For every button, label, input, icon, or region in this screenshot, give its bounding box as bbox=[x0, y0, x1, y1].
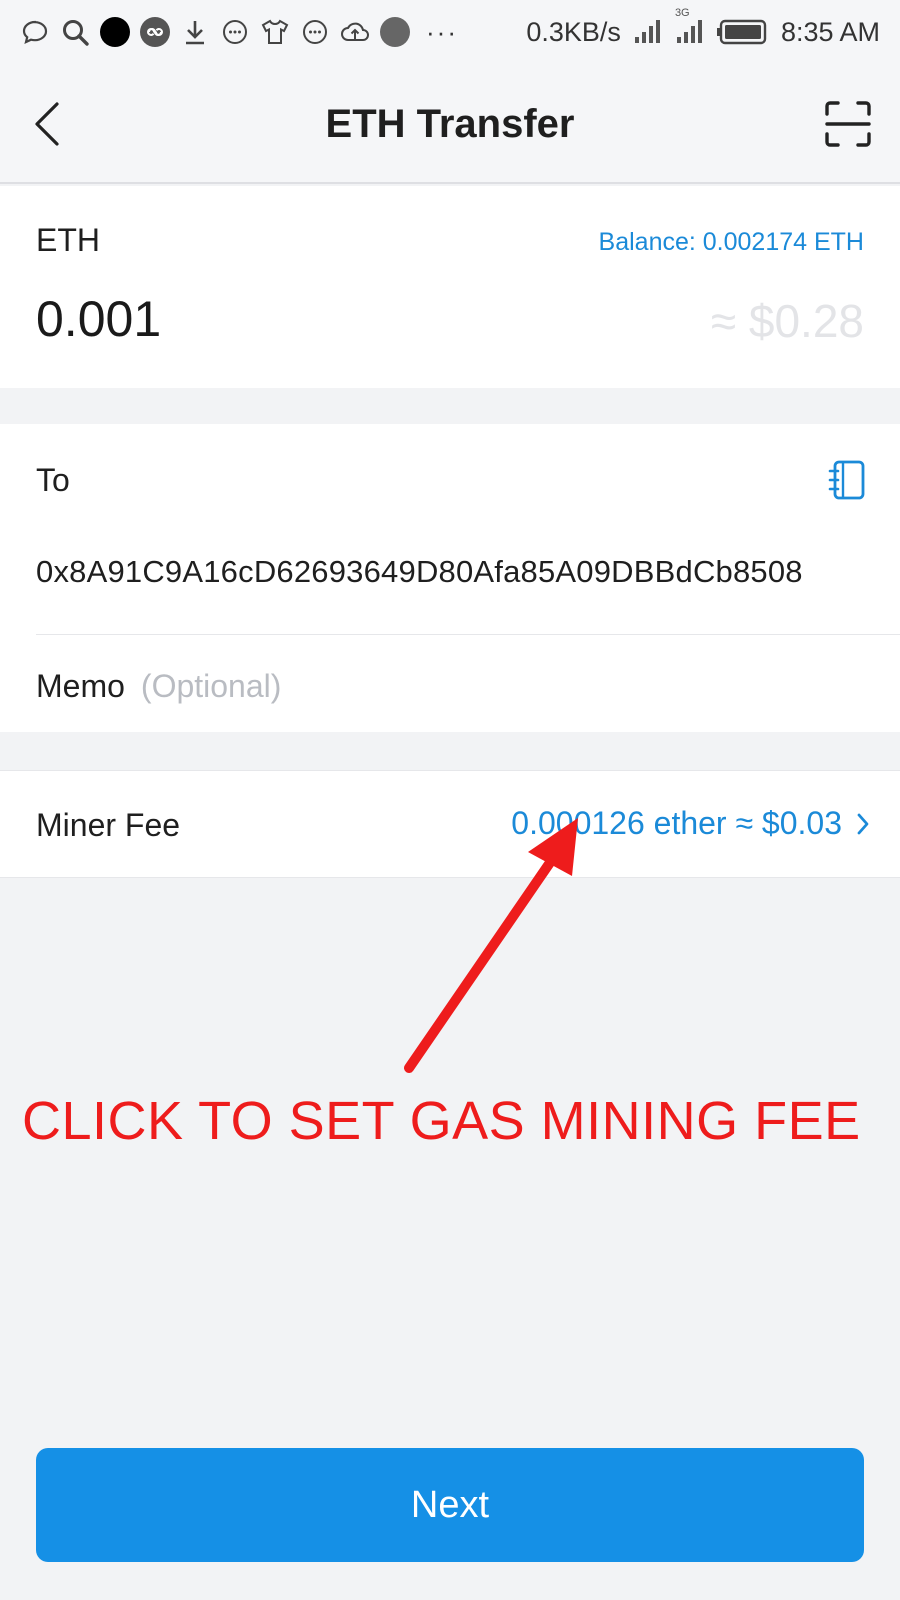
tshirt-icon bbox=[260, 17, 290, 47]
more-notifications-icon: ··· bbox=[426, 17, 458, 47]
search-icon bbox=[60, 17, 90, 47]
status-bar-system: 0.3KB/s 3G 8:35 AM bbox=[526, 7, 880, 48]
miner-fee-row[interactable]: Miner Fee 0.000126 ether ≈ $0.03 bbox=[0, 770, 900, 878]
page-title: ETH Transfer bbox=[325, 102, 575, 146]
to-label: To bbox=[36, 462, 70, 498]
amount-card: ETH Balance: 0.002174 ETH ≈ $0.28 bbox=[0, 186, 900, 388]
annotation-text: CLICK TO SET GAS MINING FEE bbox=[22, 1091, 861, 1151]
memo-input[interactable] bbox=[140, 668, 741, 705]
scan-icon bbox=[825, 101, 871, 147]
address-book-icon bbox=[828, 460, 865, 500]
signal-icon bbox=[634, 20, 660, 43]
next-button[interactable]: Next bbox=[36, 1448, 864, 1562]
chat-bubble-icon bbox=[20, 17, 50, 47]
status-bar-notification-icons: ··· bbox=[20, 17, 458, 47]
recipient-card: To 0x8A91C9A16cD62693649D80Afa85A09DBBdC… bbox=[0, 424, 900, 732]
message-icon bbox=[220, 17, 250, 47]
address-book-button[interactable] bbox=[828, 460, 866, 500]
download-icon bbox=[180, 17, 210, 47]
memo-row: Memo bbox=[36, 668, 741, 705]
network-type-indicator: 3G bbox=[675, 7, 705, 45]
signal-3g-icon bbox=[676, 20, 702, 43]
cloud-upload-icon bbox=[340, 17, 370, 47]
balance-text: Balance: 0.002174 ETH bbox=[598, 228, 864, 256]
miner-fee-label: Miner Fee bbox=[36, 807, 181, 843]
black-dot-icon bbox=[100, 17, 130, 47]
memo-label: Memo bbox=[36, 668, 125, 704]
fiat-value: ≈ $0.28 bbox=[710, 295, 864, 347]
clock: 8:35 AM bbox=[780, 16, 880, 47]
link-icon bbox=[140, 17, 170, 47]
chevron-right-icon bbox=[857, 813, 869, 834]
status-bar: ··· 0.3KB/s 3G 8:35 AM bbox=[0, 0, 900, 64]
asset-label: ETH bbox=[36, 222, 100, 258]
battery-icon bbox=[716, 19, 767, 45]
grey-dot-icon bbox=[380, 17, 410, 47]
amount-input[interactable] bbox=[36, 290, 556, 348]
scan-button[interactable] bbox=[824, 100, 872, 148]
header: ETH Transfer bbox=[0, 64, 900, 184]
message-icon bbox=[300, 17, 330, 47]
divider bbox=[36, 634, 900, 635]
miner-fee-value[interactable]: 0.000126 ether ≈ $0.03 bbox=[511, 805, 870, 842]
miner-fee-amount: 0.000126 ether ≈ $0.03 bbox=[511, 805, 842, 841]
network-speed: 0.3KB/s bbox=[526, 16, 621, 47]
recipient-address-input[interactable]: 0x8A91C9A16cD62693649D80Afa85A09DBBdCb85… bbox=[36, 554, 876, 590]
